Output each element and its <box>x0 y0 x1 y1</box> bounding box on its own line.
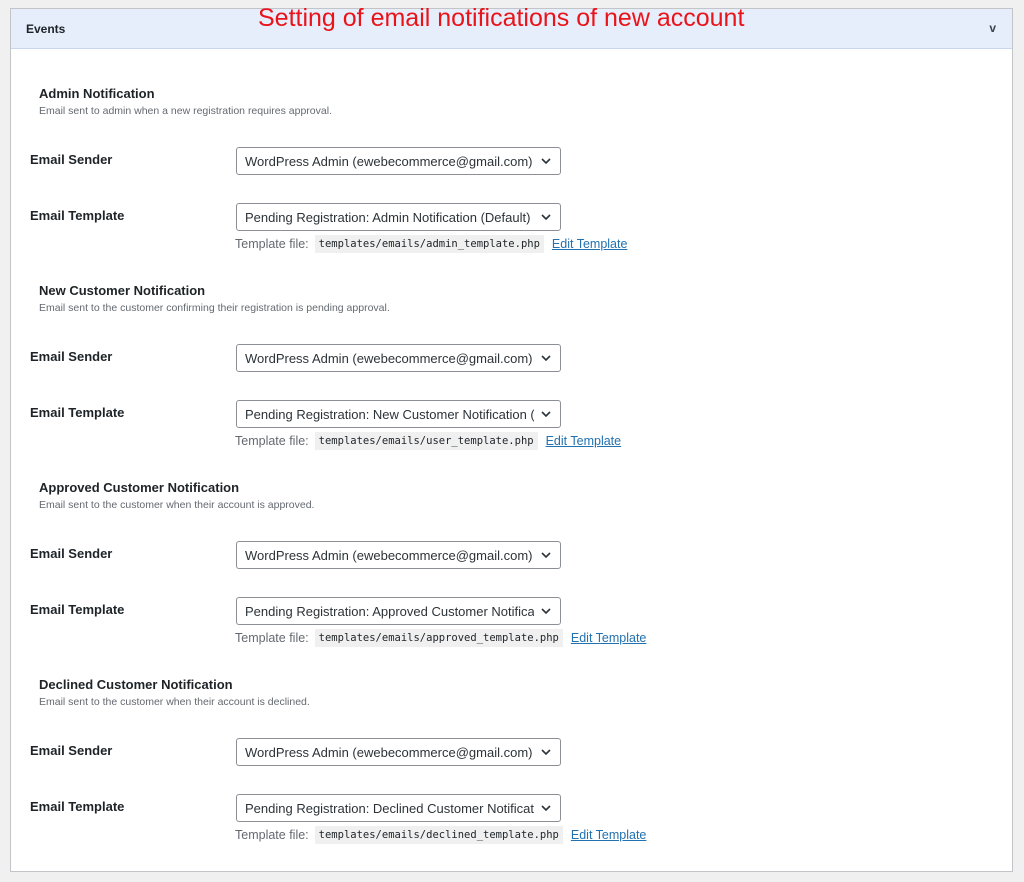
annotation-overlay-text: Setting of email notifications of new ac… <box>258 4 745 32</box>
email-template-label: Email Template <box>30 405 125 420</box>
edit-template-link[interactable]: Edit Template <box>571 828 647 842</box>
chevron-down-icon <box>541 749 551 756</box>
declined-email-template-select[interactable]: Pending Registration: Declined Customer … <box>236 794 561 822</box>
template-file-row: Template file: templates/emails/admin_te… <box>235 234 627 254</box>
section-desc-declined: Email sent to the customer when their ac… <box>39 696 310 708</box>
chevron-down-icon <box>541 805 551 812</box>
template-file-path: templates/emails/admin_template.php <box>314 235 544 253</box>
email-sender-label: Email Sender <box>30 546 113 561</box>
email-template-label: Email Template <box>30 602 125 617</box>
section-title-approved: Approved Customer Notification <box>39 480 240 495</box>
collapse-toggle-icon[interactable]: v <box>989 21 996 35</box>
select-value: WordPress Admin (ewebecommerce@gmail.com… <box>245 154 533 169</box>
events-panel: Events v Admin Notification Email sent t… <box>10 8 1013 872</box>
edit-template-link[interactable]: Edit Template <box>552 237 628 251</box>
select-value: Pending Registration: Declined Customer … <box>245 801 534 816</box>
chevron-down-icon <box>541 158 551 165</box>
new-customer-email-sender-select[interactable]: WordPress Admin (ewebecommerce@gmail.com… <box>236 344 561 372</box>
email-sender-label: Email Sender <box>30 349 113 364</box>
select-value: WordPress Admin (ewebecommerce@gmail.com… <box>245 745 533 760</box>
section-desc-admin: Email sent to admin when a new registrat… <box>39 105 332 117</box>
template-file-row: Template file: templates/emails/approved… <box>235 628 646 648</box>
declined-email-sender-select[interactable]: WordPress Admin (ewebecommerce@gmail.com… <box>236 738 561 766</box>
section-title-new-customer: New Customer Notification <box>39 283 206 298</box>
chevron-down-icon <box>541 608 551 615</box>
edit-template-link[interactable]: Edit Template <box>571 631 647 645</box>
template-file-label: Template file: <box>235 828 309 842</box>
chevron-down-icon <box>541 411 551 418</box>
template-file-label: Template file: <box>235 434 309 448</box>
approved-email-template-select[interactable]: Pending Registration: Approved Customer … <box>236 597 561 625</box>
edit-template-link[interactable]: Edit Template <box>546 434 622 448</box>
email-sender-label: Email Sender <box>30 152 113 167</box>
section-desc-approved: Email sent to the customer when their ac… <box>39 499 315 511</box>
email-template-label: Email Template <box>30 799 125 814</box>
new-customer-email-template-select[interactable]: Pending Registration: New Customer Notif… <box>236 400 561 428</box>
template-file-path: templates/emails/approved_template.php <box>314 629 563 647</box>
select-value: Pending Registration: Approved Customer … <box>245 604 534 619</box>
email-template-label: Email Template <box>30 208 125 223</box>
section-title-declined: Declined Customer Notification <box>39 677 233 692</box>
approved-email-sender-select[interactable]: WordPress Admin (ewebecommerce@gmail.com… <box>236 541 561 569</box>
panel-title: Events <box>26 22 66 36</box>
chevron-down-icon <box>541 214 551 221</box>
template-file-label: Template file: <box>235 237 309 251</box>
section-title-admin: Admin Notification <box>39 86 155 101</box>
chevron-down-icon <box>541 552 551 559</box>
email-sender-label: Email Sender <box>30 743 113 758</box>
select-value: WordPress Admin (ewebecommerce@gmail.com… <box>245 351 533 366</box>
template-file-path: templates/emails/declined_template.php <box>314 826 563 844</box>
select-value: Pending Registration: Admin Notification… <box>245 210 531 225</box>
section-desc-new-customer: Email sent to the customer confirming th… <box>39 302 390 314</box>
select-value: Pending Registration: New Customer Notif… <box>245 407 534 422</box>
admin-email-sender-select[interactable]: WordPress Admin (ewebecommerce@gmail.com… <box>236 147 561 175</box>
chevron-down-icon <box>541 355 551 362</box>
admin-email-template-select[interactable]: Pending Registration: Admin Notification… <box>236 203 561 231</box>
select-value: WordPress Admin (ewebecommerce@gmail.com… <box>245 548 533 563</box>
template-file-path: templates/emails/user_template.php <box>314 432 538 450</box>
template-file-row: Template file: templates/emails/user_tem… <box>235 431 621 451</box>
template-file-label: Template file: <box>235 631 309 645</box>
template-file-row: Template file: templates/emails/declined… <box>235 825 646 845</box>
